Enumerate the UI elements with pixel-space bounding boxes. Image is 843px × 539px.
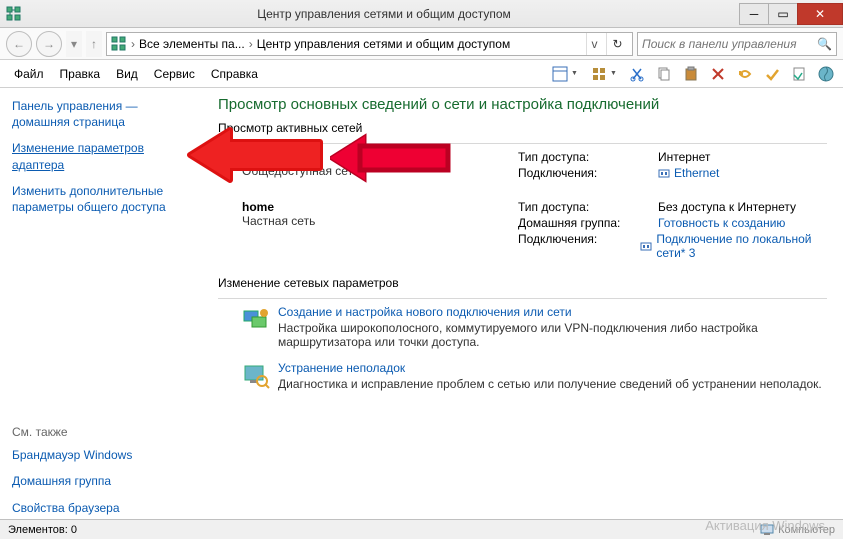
search-icon: 🔍 [817, 37, 832, 51]
menu-edit[interactable]: Правка [52, 63, 109, 85]
network-name: Kissa_wi-fi [242, 150, 518, 164]
maximize-button[interactable]: ▭ [768, 3, 798, 25]
menu-service[interactable]: Сервис [146, 63, 203, 85]
search-input[interactable] [642, 37, 817, 51]
breadcrumb-segment[interactable]: Центр управления сетями и общим доступом [257, 37, 511, 51]
ethernet-icon [658, 167, 670, 179]
prop-label: Тип доступа: [518, 150, 658, 164]
prop-label: Подключения: [518, 166, 658, 180]
menu-file[interactable]: Файл [6, 63, 52, 85]
properties-icon[interactable] [788, 63, 810, 85]
sidebar-link-sharing[interactable]: Изменить дополнительные параметры общего… [12, 183, 198, 215]
back-button[interactable]: ← [6, 31, 32, 57]
homegroup-link[interactable]: Готовность к созданию [658, 216, 785, 230]
undo-icon[interactable] [734, 63, 756, 85]
status-elements: Элементов: 0 [8, 524, 77, 536]
ethernet-icon [640, 240, 652, 252]
menu-help[interactable]: Справка [203, 63, 266, 85]
sidebar-link-adapter[interactable]: Изменение параметров адаптера [12, 140, 198, 172]
task-item: Создание и настройка нового подключения … [218, 305, 827, 349]
breadcrumb-segment[interactable]: Все элементы па... [139, 37, 245, 51]
settings-heading: Изменение сетевых параметров [218, 276, 827, 290]
page-heading: Просмотр основных сведений о сети и наст… [218, 96, 827, 113]
minimize-button[interactable]: ─ [739, 3, 769, 25]
task-description: Диагностика и исправление проблем с сеть… [278, 377, 822, 391]
connection-link[interactable]: Подключение по локальной сети* 3 [656, 232, 827, 260]
status-computer: Компьютер [778, 524, 835, 536]
app-icon [0, 0, 28, 28]
menubar: Файл Правка Вид Сервис Справка ▼ ▼ [0, 60, 843, 88]
views-button[interactable]: ▼ [587, 63, 621, 85]
sidebar-link-browser[interactable]: Свойства браузера [12, 500, 198, 516]
task-description: Настройка широкополосного, коммутируемог… [278, 321, 827, 349]
sidebar-link-firewall[interactable]: Брандмауэр Windows [12, 447, 198, 463]
address-dropdown[interactable]: v [586, 33, 602, 55]
delete-icon[interactable] [707, 63, 729, 85]
sidebar-link-home[interactable]: Панель управления — домашняя страница [12, 98, 198, 130]
prop-label: Тип доступа: [518, 200, 658, 214]
ok-icon[interactable] [761, 63, 783, 85]
network-name: home [242, 200, 518, 214]
task-link-troubleshoot[interactable]: Устранение неполадок [278, 361, 405, 375]
content-area: Панель управления — домашняя страница Из… [0, 88, 843, 519]
up-button[interactable]: ↑ [86, 31, 102, 57]
refresh-button[interactable]: ↻ [606, 33, 628, 55]
cut-icon[interactable] [626, 63, 648, 85]
close-button[interactable]: ✕ [797, 3, 843, 25]
prop-label: Подключения: [518, 232, 640, 260]
statusbar: Элементов: 0 Компьютер [0, 519, 843, 539]
task-link-new-connection[interactable]: Создание и настройка нового подключения … [278, 305, 572, 319]
see-also-heading: См. также [12, 425, 198, 439]
paste-icon[interactable] [680, 63, 702, 85]
navigation-row: ← → ▾ ↑ › Все элементы па... › Центр упр… [0, 28, 843, 60]
prop-value: Интернет [658, 150, 710, 164]
network-type: Частная сеть [242, 214, 518, 228]
connection-link[interactable]: Ethernet [674, 166, 719, 180]
main-panel: Просмотр основных сведений о сети и наст… [210, 88, 843, 519]
menu-view[interactable]: Вид [108, 63, 146, 85]
search-box[interactable]: 🔍 [637, 32, 837, 56]
prop-label: Домашняя группа: [518, 216, 658, 230]
new-connection-icon [242, 305, 278, 349]
breadcrumb-sep: › [249, 37, 253, 51]
prop-value: Без доступа к Интернету [658, 200, 796, 214]
copy-icon[interactable] [653, 63, 675, 85]
organize-button[interactable]: ▼ [548, 63, 582, 85]
window-controls: ─ ▭ ✕ [740, 3, 843, 25]
window-title: Центр управления сетями и общим доступом [28, 7, 740, 21]
toolbar: ▼ ▼ [548, 63, 837, 85]
forward-button[interactable]: → [36, 31, 62, 57]
history-dropdown[interactable]: ▾ [66, 31, 82, 57]
breadcrumb-icon [111, 36, 127, 52]
network-row: home Частная сеть Тип доступа:Без доступ… [218, 200, 827, 262]
breadcrumb-sep: › [131, 37, 135, 51]
titlebar: Центр управления сетями и общим доступом… [0, 0, 843, 28]
active-networks-heading: Просмотр активных сетей [218, 121, 827, 135]
task-item: Устранение неполадок Диагностика и испра… [218, 361, 827, 391]
network-type: Общедоступная сеть [242, 164, 518, 178]
sidebar: Панель управления — домашняя страница Из… [0, 88, 210, 519]
network-row: Kissa_wi-fi Общедоступная сеть Тип досту… [218, 150, 827, 182]
address-bar[interactable]: › Все элементы па... › Центр управления … [106, 32, 633, 56]
troubleshoot-icon [242, 361, 278, 391]
sidebar-see-also: См. также Брандмауэр Windows Домашняя гр… [12, 425, 198, 516]
computer-icon [760, 524, 774, 536]
shell-icon[interactable] [815, 63, 837, 85]
sidebar-link-homegroup[interactable]: Домашняя группа [12, 473, 198, 489]
